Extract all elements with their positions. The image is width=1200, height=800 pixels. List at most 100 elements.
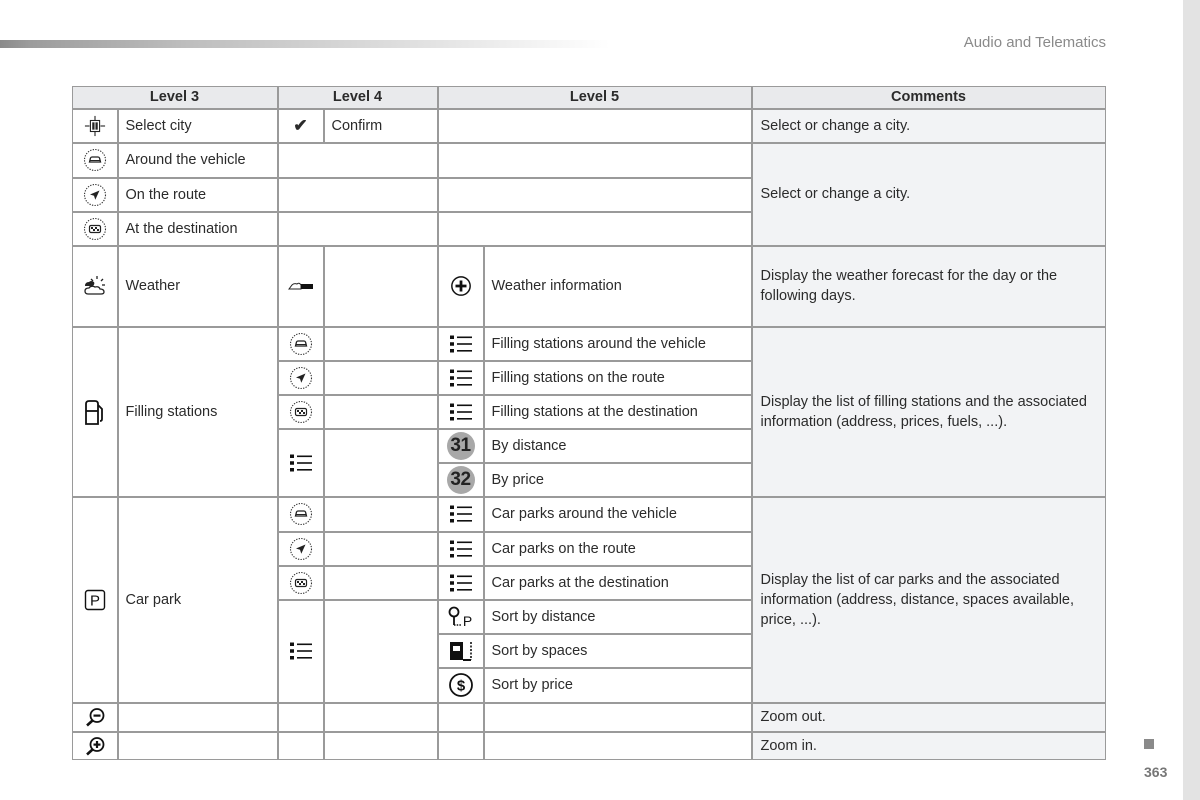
zoom-out-comment: Zoom out. <box>751 702 1106 732</box>
header-decorative-bar <box>0 40 610 48</box>
carpark-dest-list-icon-cell[interactable] <box>437 565 484 600</box>
empty-cell <box>277 731 324 760</box>
empty-cell <box>117 702 278 732</box>
on-route-icon-cell[interactable] <box>71 177 118 212</box>
filling-around-icon-cell[interactable] <box>277 326 324 361</box>
crosshair-map-icon <box>84 115 105 136</box>
filling-dest-icon-cell[interactable] <box>277 394 324 429</box>
empty-cell <box>323 394 438 429</box>
svg-text:P: P <box>89 592 99 609</box>
fuel-pump-icon <box>84 399 103 425</box>
filling-sort-icon-cell[interactable] <box>277 428 324 497</box>
empty-cell <box>277 142 438 178</box>
carpark-route-icon-cell[interactable] <box>277 531 324 566</box>
filling-route-list-icon-cell[interactable] <box>437 360 484 395</box>
weather-toggle-icon <box>287 282 313 290</box>
carpark-sort-icon-cell[interactable] <box>277 599 324 703</box>
select-city-comment: Select or change a city. <box>751 108 1106 143</box>
weather-info-label[interactable]: Weather information <box>483 245 752 327</box>
empty-cell <box>323 531 438 566</box>
section-title: Audio and Telematics <box>963 34 1106 51</box>
zoom-in-comment: Zoom in. <box>751 731 1106 760</box>
header-level-4: Level 4 <box>277 85 438 109</box>
list-icon <box>289 641 313 661</box>
empty-cell <box>437 731 484 760</box>
confirm-icon-cell[interactable]: ✔ <box>277 108 324 143</box>
filling-around-label[interactable]: Filling stations around the vehicle <box>483 326 752 361</box>
around-vehicle-label[interactable]: Around the vehicle <box>117 142 278 178</box>
zoom-in-icon-cell[interactable] <box>71 731 118 760</box>
sort-distance-label[interactable]: Sort by distance <box>483 599 752 634</box>
sort-price-label[interactable]: Sort by price <box>483 667 752 703</box>
by-distance-label[interactable]: By distance <box>483 428 752 463</box>
by-price-badge-cell[interactable]: 32 <box>437 462 484 497</box>
empty-cell <box>437 142 752 178</box>
confirm-label[interactable]: Confirm <box>323 108 438 143</box>
filling-around-list-icon-cell[interactable] <box>437 326 484 361</box>
filling-stations-label[interactable]: Filling stations <box>117 326 278 497</box>
empty-cell <box>117 731 278 760</box>
empty-cell <box>437 177 752 212</box>
sort-distance-icon-cell[interactable]: P <box>437 599 484 634</box>
carpark-route-list-icon-cell[interactable] <box>437 531 484 566</box>
fuel-pump-icon-cell[interactable] <box>71 326 118 497</box>
sort-spaces-label[interactable]: Sort by spaces <box>483 633 752 668</box>
sort-price-icon-cell[interactable]: $ <box>437 667 484 703</box>
on-route-label[interactable]: On the route <box>117 177 278 212</box>
at-destination-icon <box>83 217 107 241</box>
svg-text:$: $ <box>456 678 465 695</box>
at-destination-icon <box>289 400 313 424</box>
carpark-around-icon-cell[interactable] <box>277 496 324 532</box>
filling-route-icon-cell[interactable] <box>277 360 324 395</box>
zoom-out-icon <box>85 708 104 727</box>
empty-cell <box>323 731 438 760</box>
empty-cell <box>323 702 438 732</box>
car-park-label[interactable]: Car park <box>117 496 278 703</box>
list-icon <box>449 504 473 524</box>
list-icon <box>449 402 473 422</box>
list-icon <box>449 368 473 388</box>
around-vehicle-icon-cell[interactable] <box>71 142 118 178</box>
empty-cell <box>323 496 438 532</box>
carpark-around-label[interactable]: Car parks around the vehicle <box>483 496 752 532</box>
zoom-out-icon-cell[interactable] <box>71 702 118 732</box>
by-distance-badge-cell[interactable]: 31 <box>437 428 484 463</box>
select-city-icon-cell[interactable] <box>71 108 118 143</box>
parking-icon: P <box>84 589 105 610</box>
filling-route-label[interactable]: Filling stations on the route <box>483 360 752 395</box>
carpark-route-label[interactable]: Car parks on the route <box>483 531 752 566</box>
weather-info-icon-cell[interactable] <box>437 245 484 327</box>
parking-icon-cell[interactable]: P <box>71 496 118 703</box>
by-price-label[interactable]: By price <box>483 462 752 497</box>
weather-toggle-icon-cell[interactable] <box>277 245 324 327</box>
filling-dest-label[interactable]: Filling stations at the destination <box>483 394 752 429</box>
around-vehicle-icon <box>83 148 107 172</box>
around-vehicle-icon <box>289 332 313 356</box>
empty-cell <box>437 211 752 246</box>
filling-dest-list-icon-cell[interactable] <box>437 394 484 429</box>
sort-spaces-icon <box>449 641 472 661</box>
filling-comment: Display the list of filling stations and… <box>751 326 1106 497</box>
on-route-icon <box>289 537 313 561</box>
at-destination-icon-cell[interactable] <box>71 211 118 246</box>
carpark-around-list-icon-cell[interactable] <box>437 496 484 532</box>
empty-cell <box>323 428 438 497</box>
list-icon <box>449 573 473 593</box>
empty-cell <box>277 177 438 212</box>
list-icon <box>289 453 313 473</box>
empty-cell <box>437 108 752 143</box>
empty-cell <box>277 702 324 732</box>
plus-circle-icon <box>450 276 471 296</box>
carpark-dest-label[interactable]: Car parks at the destination <box>483 565 752 600</box>
at-destination-label[interactable]: At the destination <box>117 211 278 246</box>
sort-distance-icon: P <box>448 606 472 628</box>
sort-spaces-icon-cell[interactable] <box>437 633 484 668</box>
page-edge-strip <box>1183 0 1200 800</box>
select-city-label[interactable]: Select city <box>117 108 278 143</box>
badge-31: 31 <box>446 431 475 460</box>
header-comments: Comments <box>751 85 1106 109</box>
carpark-dest-icon-cell[interactable] <box>277 565 324 600</box>
empty-cell <box>323 245 438 327</box>
weather-label[interactable]: Weather <box>117 245 278 327</box>
weather-icon-cell[interactable] <box>71 245 118 327</box>
